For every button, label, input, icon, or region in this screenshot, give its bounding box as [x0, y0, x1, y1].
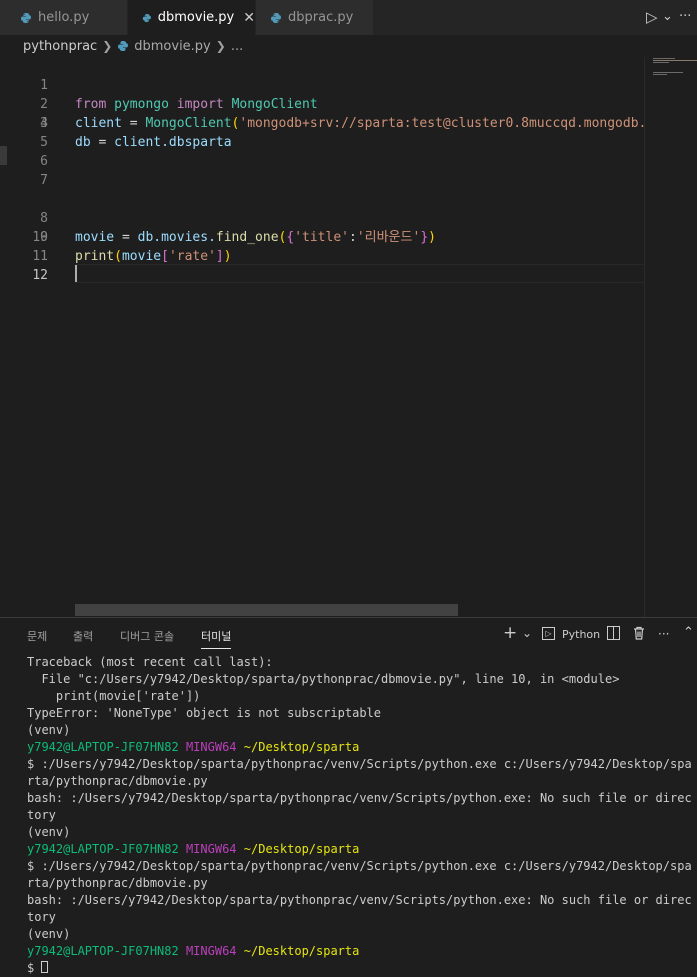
line-number: 4 — [40, 116, 48, 131]
terminal-line: rta/pythonprac/dbmovie.py — [27, 774, 208, 788]
chevron-down-icon[interactable]: ⌄ — [522, 626, 532, 640]
tab-problems[interactable]: 문제 — [27, 628, 47, 644]
minimap-line — [653, 62, 669, 63]
minimap-line — [653, 74, 667, 75]
terminal-line: bash: :/Users/y7942/Desktop/sparta/pytho… — [27, 791, 692, 805]
line-number: 5 — [40, 135, 48, 150]
chevron-down-icon[interactable]: ⌄ — [662, 9, 673, 24]
code-line: 2 client = MongoClient('mongodb+srv://sp… — [0, 76, 654, 131]
terminal-shell-icon: ▷ — [542, 627, 555, 640]
breadcrumb-more[interactable]: ... — [231, 39, 243, 54]
terminal-line: (venv) — [27, 927, 71, 941]
editor-tab-bar: hello.py dbmovie.py ✕ dbprac.py ▷ ⌄ ··· — [0, 0, 697, 35]
terminal-line: $ :/Users/y7942/Desktop/sparta/pythonpra… — [27, 757, 692, 771]
tab-hello-py[interactable]: hello.py — [0, 0, 128, 35]
panel-header: 문제 출력 디버그 콘솔 터미널 + ⌄ ▷ Python ··· ⌃ — [0, 618, 697, 652]
trash-icon-svg — [634, 626, 644, 640]
more-actions-icon[interactable]: ··· — [679, 9, 691, 24]
terminal-line: $ :/Users/y7942/Desktop/sparta/pythonpra… — [27, 859, 692, 873]
code-line: 7 — [0, 171, 644, 190]
terminal-line: print(movie['rate']) — [27, 689, 201, 703]
line-number: 11 — [32, 249, 48, 264]
tab-label: hello.py — [38, 10, 90, 25]
tab-output[interactable]: 출력 — [73, 628, 93, 644]
terminal-prompt-line: y7942@LAPTOP-JF07HN82 MINGW64 ~/Desktop/… — [27, 739, 697, 756]
code-line: 4 — [0, 114, 644, 133]
terminal-input[interactable]: $ — [27, 961, 41, 975]
tab-dbprac-py[interactable]: dbprac.py — [256, 0, 374, 35]
prompt-user: y7942@LAPTOP-JF07HN82 — [27, 740, 179, 754]
terminal-line: File "c:/Users/y7942/Desktop/sparta/pyth… — [27, 672, 620, 686]
terminal-output[interactable]: Traceback (most recent call last): File … — [27, 654, 697, 977]
run-icon[interactable]: ▷ — [646, 8, 658, 26]
line-number: 12 — [32, 268, 48, 283]
python-file-icon — [21, 12, 31, 23]
code-line: 1 from pymongo import MongoClient — [0, 57, 644, 112]
line-number: 6 — [40, 154, 48, 169]
code-line: 3 db = client.dbsparta — [0, 95, 644, 150]
text-caret — [75, 265, 77, 282]
prompt-path: ~/Desktop/sparta — [243, 842, 360, 856]
code-editor[interactable]: 1 from pymongo import MongoClient 2 clie… — [0, 57, 654, 617]
python-file-icon — [142, 13, 151, 22]
split-terminal-icon[interactable] — [607, 626, 620, 640]
minimap-line — [653, 60, 697, 61]
terminal-line: $ — [27, 960, 697, 977]
code-line: 5 — [0, 133, 644, 152]
python-file-icon — [118, 41, 129, 51]
line-number: 10 — [32, 230, 48, 245]
chevron-right-icon: ❯ — [215, 39, 226, 53]
terminal-line: tory — [27, 808, 56, 822]
prompt-path: ~/Desktop/sparta — [243, 740, 360, 754]
terminal-line: (venv) — [27, 723, 71, 737]
breadcrumb-folder[interactable]: pythonprac — [23, 39, 97, 54]
terminal-prompt-line: y7942@LAPTOP-JF07HN82 MINGW64 ~/Desktop/… — [27, 841, 697, 858]
prompt-system: MINGW64 — [185, 944, 237, 958]
terminal-line: TypeError: 'NoneType' object is not subs… — [27, 706, 382, 720]
code-line: 6 — [0, 152, 644, 171]
tab-label: dbmovie.py — [157, 10, 235, 25]
current-line-highlight — [75, 264, 644, 283]
code-line: 8 movie = db.movies.find_one({'title':'리… — [0, 190, 644, 245]
breadcrumb-file[interactable]: dbmovie.py — [134, 39, 211, 54]
maximize-panel-icon[interactable]: ⌃ — [683, 625, 694, 640]
tab-debug-console[interactable]: 디버그 콘솔 — [120, 628, 174, 644]
minimap-line — [653, 58, 675, 59]
python-file-icon — [271, 12, 281, 23]
minimap-line — [653, 72, 683, 73]
code-line: 9 print(movie['rate']) — [0, 209, 644, 264]
terminal-line: tory — [27, 910, 56, 924]
prompt-system: MINGW64 — [185, 740, 237, 754]
prompt-system: MINGW64 — [185, 842, 237, 856]
new-terminal-icon[interactable]: + — [503, 623, 517, 643]
terminal-prompt-line: y7942@LAPTOP-JF07HN82 MINGW64 ~/Desktop/… — [27, 943, 697, 960]
tab-terminal[interactable]: 터미널 — [201, 628, 232, 649]
code-line: 10 — [0, 228, 644, 247]
terminal-line: (venv) — [27, 825, 71, 839]
tab-dbmovie-py[interactable]: dbmovie.py ✕ — [128, 0, 256, 35]
terminal-line: bash: :/Users/y7942/Desktop/sparta/pytho… — [27, 893, 692, 907]
tab-label: dbprac.py — [288, 10, 354, 25]
prompt-user: y7942@LAPTOP-JF07HN82 — [27, 842, 179, 856]
terminal-cursor — [41, 961, 49, 973]
terminal-line: Traceback (most recent call last): — [27, 655, 273, 669]
more-actions-icon[interactable]: ··· — [658, 627, 669, 641]
terminal-shell-label[interactable]: Python — [562, 628, 600, 641]
close-icon[interactable]: ✕ — [243, 10, 255, 26]
line-number: 7 — [40, 173, 48, 188]
prompt-user: y7942@LAPTOP-JF07HN82 — [27, 944, 179, 958]
trash-icon[interactable] — [633, 626, 645, 643]
horizontal-scrollbar[interactable] — [75, 604, 458, 616]
breadcrumb: pythonprac ❯ dbmovie.py ❯ ... — [0, 35, 644, 57]
chevron-right-icon: ❯ — [102, 39, 113, 53]
minimap[interactable] — [644, 57, 697, 617]
terminal-line: rta/pythonprac/dbmovie.py — [27, 876, 208, 890]
prompt-path: ~/Desktop/sparta — [243, 944, 360, 958]
